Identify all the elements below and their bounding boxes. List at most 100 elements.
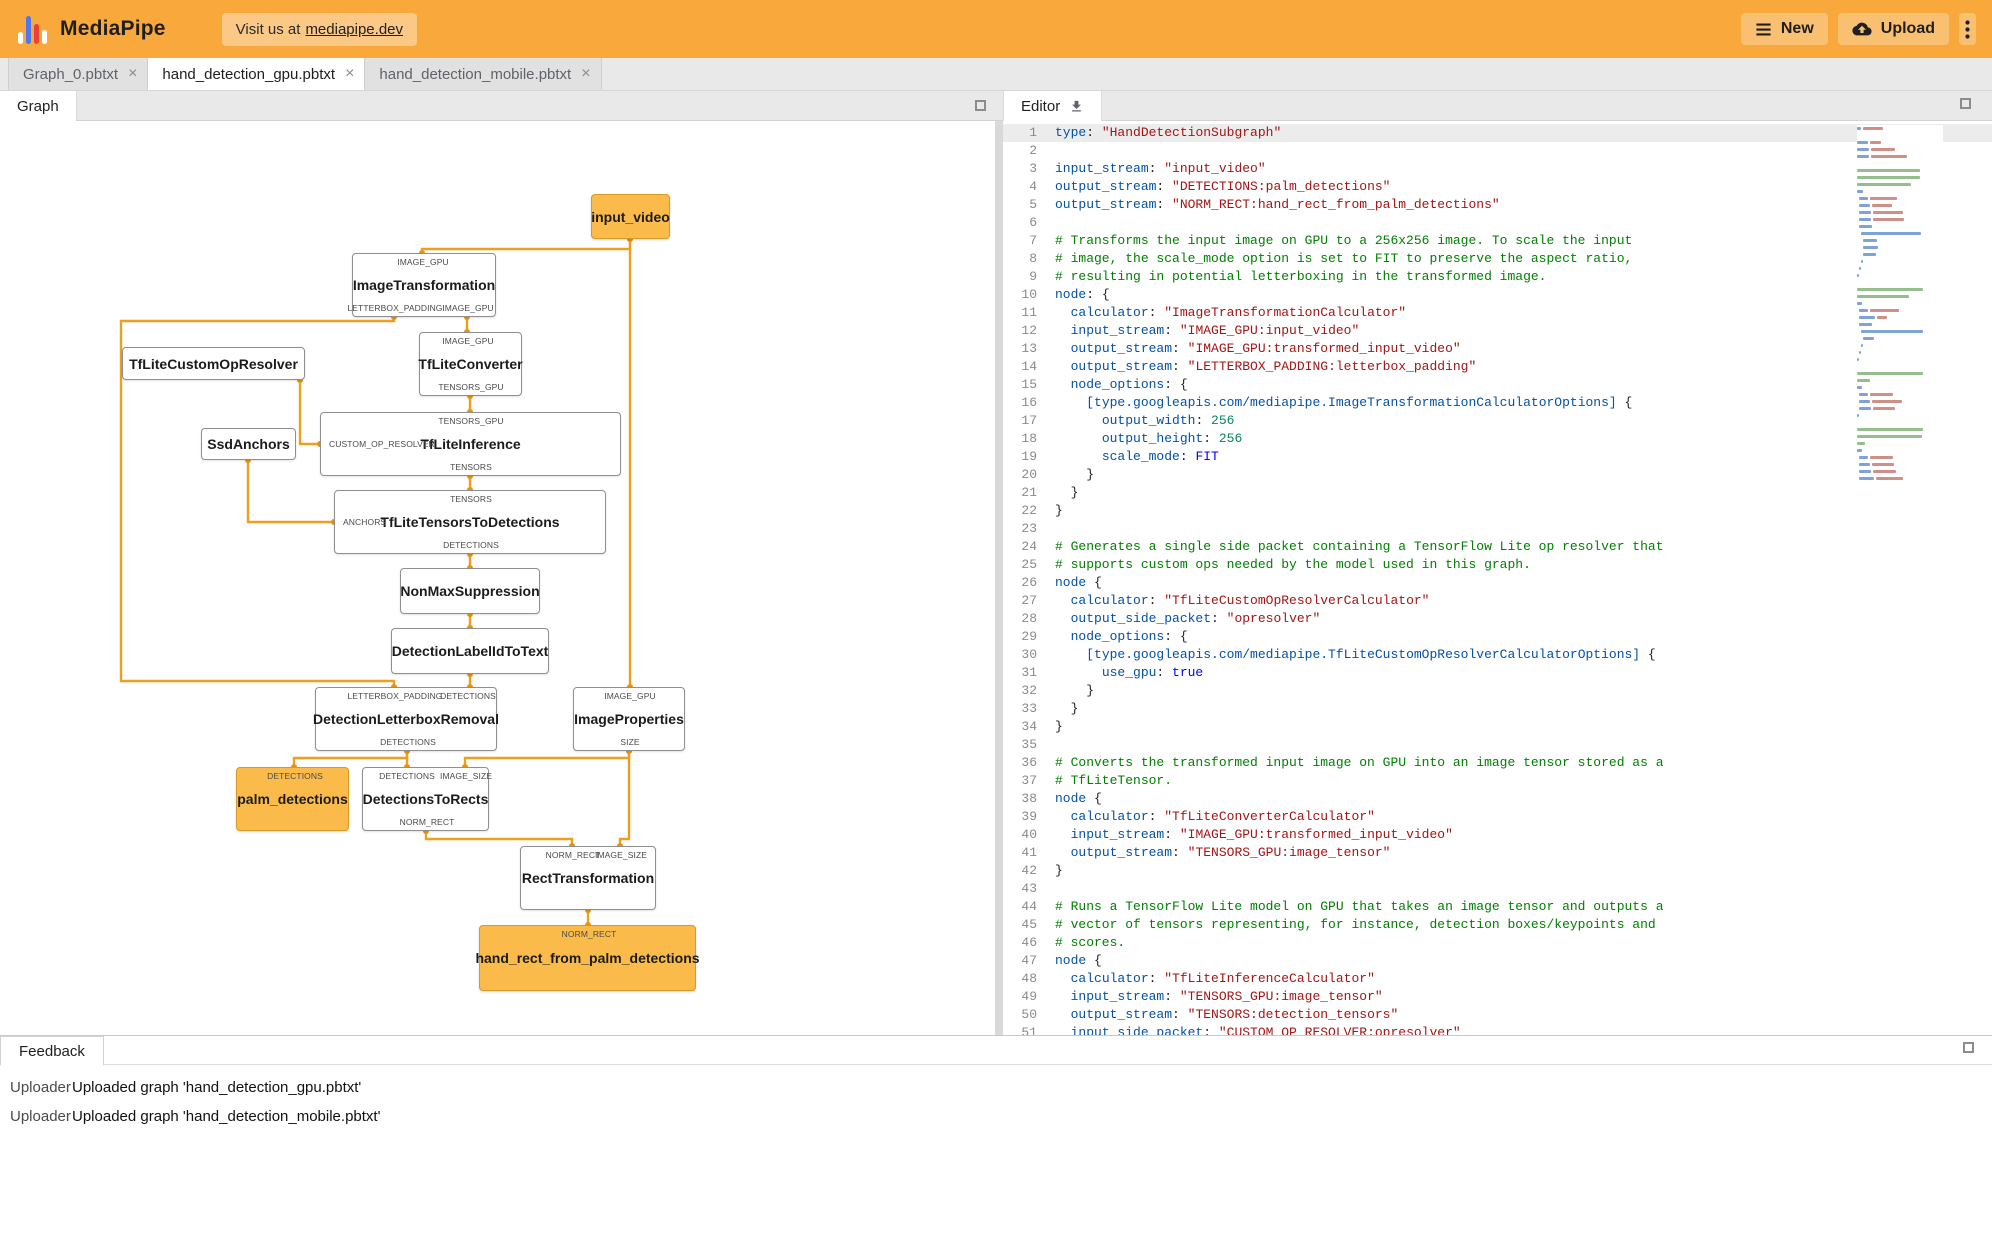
line-number: 18 — [1021, 431, 1037, 446]
minimap-mark — [1863, 127, 1883, 130]
code-line-14[interactable]: 14 output_stream: "LETTERBOX_PADDING:let… — [1003, 358, 1992, 376]
code-line-48[interactable]: 48 calculator: "TfLiteInferenceCalculato… — [1003, 970, 1992, 988]
upload-button[interactable]: Upload — [1837, 13, 1949, 45]
code-line-7[interactable]: 7 # Transforms the input image on GPU to … — [1003, 232, 1992, 250]
code-line-5[interactable]: 5 output_stream: "NORM_RECT:hand_rect_fro… — [1003, 196, 1992, 214]
graph-node-ImageTransformation[interactable]: ImageTransformation IMAGE_GPU LETTERBOX_PA… — [347, 253, 496, 317]
graph-node-DetectionLabelIdToText[interactable]: DetectionLabelIdToText — [391, 628, 549, 674]
more-options-kebab-button[interactable] — [1959, 13, 1976, 45]
code-line-39[interactable]: 39 calculator: "TfLiteConverterCalculato… — [1003, 808, 1992, 826]
feedback-expand-icon[interactable] — [1963, 1042, 1974, 1053]
graph-node-TfLiteCustomOpResolver[interactable]: TfLiteCustomOpResolver — [122, 347, 305, 380]
line-number: 34 — [1021, 719, 1037, 734]
code-line-47[interactable]: 47 node { — [1003, 952, 1992, 970]
minimap-line — [1857, 321, 1943, 328]
code-line-36[interactable]: 36 # Converts the transformed input image… — [1003, 754, 1992, 772]
code-line-9[interactable]: 9 # resulting in potential letterboxing i… — [1003, 268, 1992, 286]
code-line-12[interactable]: 12 input_stream: "IMAGE_GPU:input_video" — [1003, 322, 1992, 340]
code-line-18[interactable]: 18 output_height: 256 — [1003, 430, 1992, 448]
editor-minimap[interactable] — [1857, 125, 1943, 482]
code-line-1[interactable]: 1 type: "HandDetectionSubgraph" — [1003, 124, 1992, 142]
feedback-tab[interactable]: Feedback — [0, 1036, 104, 1066]
close-tab-icon[interactable]: × — [581, 66, 590, 82]
download-icon[interactable] — [1069, 99, 1084, 114]
code-line-2[interactable]: 2 — [1003, 142, 1992, 160]
code-line-42[interactable]: 42} — [1003, 862, 1992, 880]
graph-canvas[interactable]: input_video ImageTransformation IMAGE_GPU L… — [0, 121, 995, 1035]
code-line-50[interactable]: 50 output_stream: "TENSORS:detection_ten… — [1003, 1006, 1992, 1024]
new-button[interactable]: New — [1740, 13, 1828, 45]
code-line-20[interactable]: 20 } — [1003, 466, 1992, 484]
code-line-15[interactable]: 15 node_options: { — [1003, 376, 1992, 394]
code-line-25[interactable]: 25 # supports custom ops needed by the mo… — [1003, 556, 1992, 574]
line-text: scale_mode: FIT — [1101, 449, 1219, 464]
feedback-entry: Uploader Uploaded graph 'hand_detection_m… — [0, 1102, 1992, 1131]
code-line-11[interactable]: 11 calculator: "ImageTransformationCalcu… — [1003, 304, 1992, 322]
code-line-46[interactable]: 46 # scores. — [1003, 934, 1992, 952]
code-line-30[interactable]: 30 [type.googleapis.com/mediapipe.TfLite… — [1003, 646, 1992, 664]
file-tab-hand_detection_gpu.pbtxt[interactable]: hand_detection_gpu.pbtxt × — [148, 58, 366, 90]
graph-tab[interactable]: Graph — [0, 91, 77, 121]
editor-tab[interactable]: Editor — [1003, 91, 1103, 121]
code-line-33[interactable]: 33 } — [1003, 700, 1992, 718]
graph-node-RectTransformation[interactable]: RectTransformation NORM_RECT IMAGE_SIZE — [520, 846, 656, 910]
file-tab-Graph_0.pbtxt[interactable]: Graph_0.pbtxt × — [8, 58, 149, 90]
code-line-10[interactable]: 10 node: { — [1003, 286, 1992, 304]
code-line-13[interactable]: 13 output_stream: "IMAGE_GPU:transformed… — [1003, 340, 1992, 358]
code-line-3[interactable]: 3 input_stream: "input_video" — [1003, 160, 1992, 178]
code-line-8[interactable]: 8 # image, the scale_mode option is set t… — [1003, 250, 1992, 268]
graph-node-TfLiteInference[interactable]: TfLiteInference TENSORS_GPU TENSORS CUSTOM_… — [320, 412, 621, 476]
file-tab-hand_detection_mobile.pbtxt[interactable]: hand_detection_mobile.pbtxt × — [365, 58, 602, 90]
graph-node-TfLiteTensorsToDetections[interactable]: TfLiteTensorsToDetections TENSORS DETECTIO… — [334, 490, 606, 554]
code-line-43[interactable]: 43 — [1003, 880, 1992, 898]
code-editor[interactable]: 1 type: "HandDetectionSubgraph" 2 3 input_st… — [1003, 121, 1992, 1035]
graph-expand-icon[interactable] — [975, 100, 986, 111]
kebab-icon — [1965, 19, 1970, 39]
code-line-51[interactable]: 51 input_side_packet: "CUSTOM_OP_RESOLVE… — [1003, 1024, 1992, 1035]
graph-node-SsdAnchors[interactable]: SsdAnchors — [201, 428, 296, 460]
code-line-41[interactable]: 41 output_stream: "TENSORS_GPU:image_ten… — [1003, 844, 1992, 862]
mediapipe-dev-link[interactable]: mediapipe.dev — [305, 21, 403, 38]
graph-node-DetectionsToRects[interactable]: DetectionsToRects DETECTIONS IMAGE_SIZE NOR… — [362, 767, 492, 831]
code-line-40[interactable]: 40 input_stream: "IMAGE_GPU:transformed_… — [1003, 826, 1992, 844]
graph-node-NonMaxSuppression[interactable]: NonMaxSuppression — [400, 568, 540, 614]
line-text: # Converts the transformed input image o… — [1055, 755, 1664, 770]
code-line-22[interactable]: 22} — [1003, 502, 1992, 520]
code-line-35[interactable]: 35 — [1003, 736, 1992, 754]
close-tab-icon[interactable]: × — [345, 66, 354, 82]
close-tab-icon[interactable]: × — [128, 66, 137, 82]
graph-node-DetectionLetterboxRemoval[interactable]: DetectionLetterboxRemoval LETTERBOX_PADDI… — [313, 687, 499, 751]
code-line-49[interactable]: 49 input_stream: "TENSORS_GPU:image_tens… — [1003, 988, 1992, 1006]
code-line-19[interactable]: 19 scale_mode: FIT — [1003, 448, 1992, 466]
graph-node-ImageProperties[interactable]: ImageProperties IMAGE_GPU SIZE — [573, 687, 685, 751]
code-line-45[interactable]: 45 # vector of tensors representing, for … — [1003, 916, 1992, 934]
code-line-21[interactable]: 21 } — [1003, 484, 1992, 502]
minimap-mark — [1870, 393, 1894, 396]
code-line-27[interactable]: 27 calculator: "TfLiteCustomOpResolverCa… — [1003, 592, 1992, 610]
minimap-mark — [1872, 470, 1896, 473]
code-line-28[interactable]: 28 output_side_packet: "opresolver" — [1003, 610, 1992, 628]
minimap-line — [1857, 370, 1943, 377]
code-line-23[interactable]: 23 — [1003, 520, 1992, 538]
code-line-4[interactable]: 4 output_stream: "DETECTIONS:palm_detecti… — [1003, 178, 1992, 196]
code-line-32[interactable]: 32 } — [1003, 682, 1992, 700]
code-line-37[interactable]: 37 # TfLiteTensor. — [1003, 772, 1992, 790]
code-line-26[interactable]: 26 node { — [1003, 574, 1992, 592]
code-line-34[interactable]: 34} — [1003, 718, 1992, 736]
code-line-31[interactable]: 31 use_gpu: true — [1003, 664, 1992, 682]
editor-expand-icon[interactable] — [1960, 98, 1971, 109]
graph-node-input_video[interactable]: input_video — [591, 194, 670, 239]
code-line-29[interactable]: 29 node_options: { — [1003, 628, 1992, 646]
graph-node-palm_detections[interactable]: palm_detections DETECTIONS — [236, 767, 349, 831]
graph-node-TfLiteConverter[interactable]: TfLiteConverter IMAGE_GPU TENSORS_GPU — [418, 332, 523, 396]
code-line-17[interactable]: 17 output_width: 256 — [1003, 412, 1992, 430]
code-line-38[interactable]: 38 node { — [1003, 790, 1992, 808]
minimap-mark — [1857, 372, 1924, 375]
line-number: 4 — [1029, 179, 1037, 194]
code-line-24[interactable]: 24 # Generates a single side packet conta… — [1003, 538, 1992, 556]
code-line-44[interactable]: 44 # Runs a TensorFlow Lite model on GPU … — [1003, 898, 1992, 916]
minimap-mark — [1859, 316, 1876, 319]
code-line-6[interactable]: 6 — [1003, 214, 1992, 232]
code-line-16[interactable]: 16 [type.googleapis.com/mediapipe.ImageT… — [1003, 394, 1992, 412]
graph-node-hand_rect_from_palm_detections[interactable]: hand_rect_from_palm_detections NORM_RECT — [475, 925, 700, 991]
